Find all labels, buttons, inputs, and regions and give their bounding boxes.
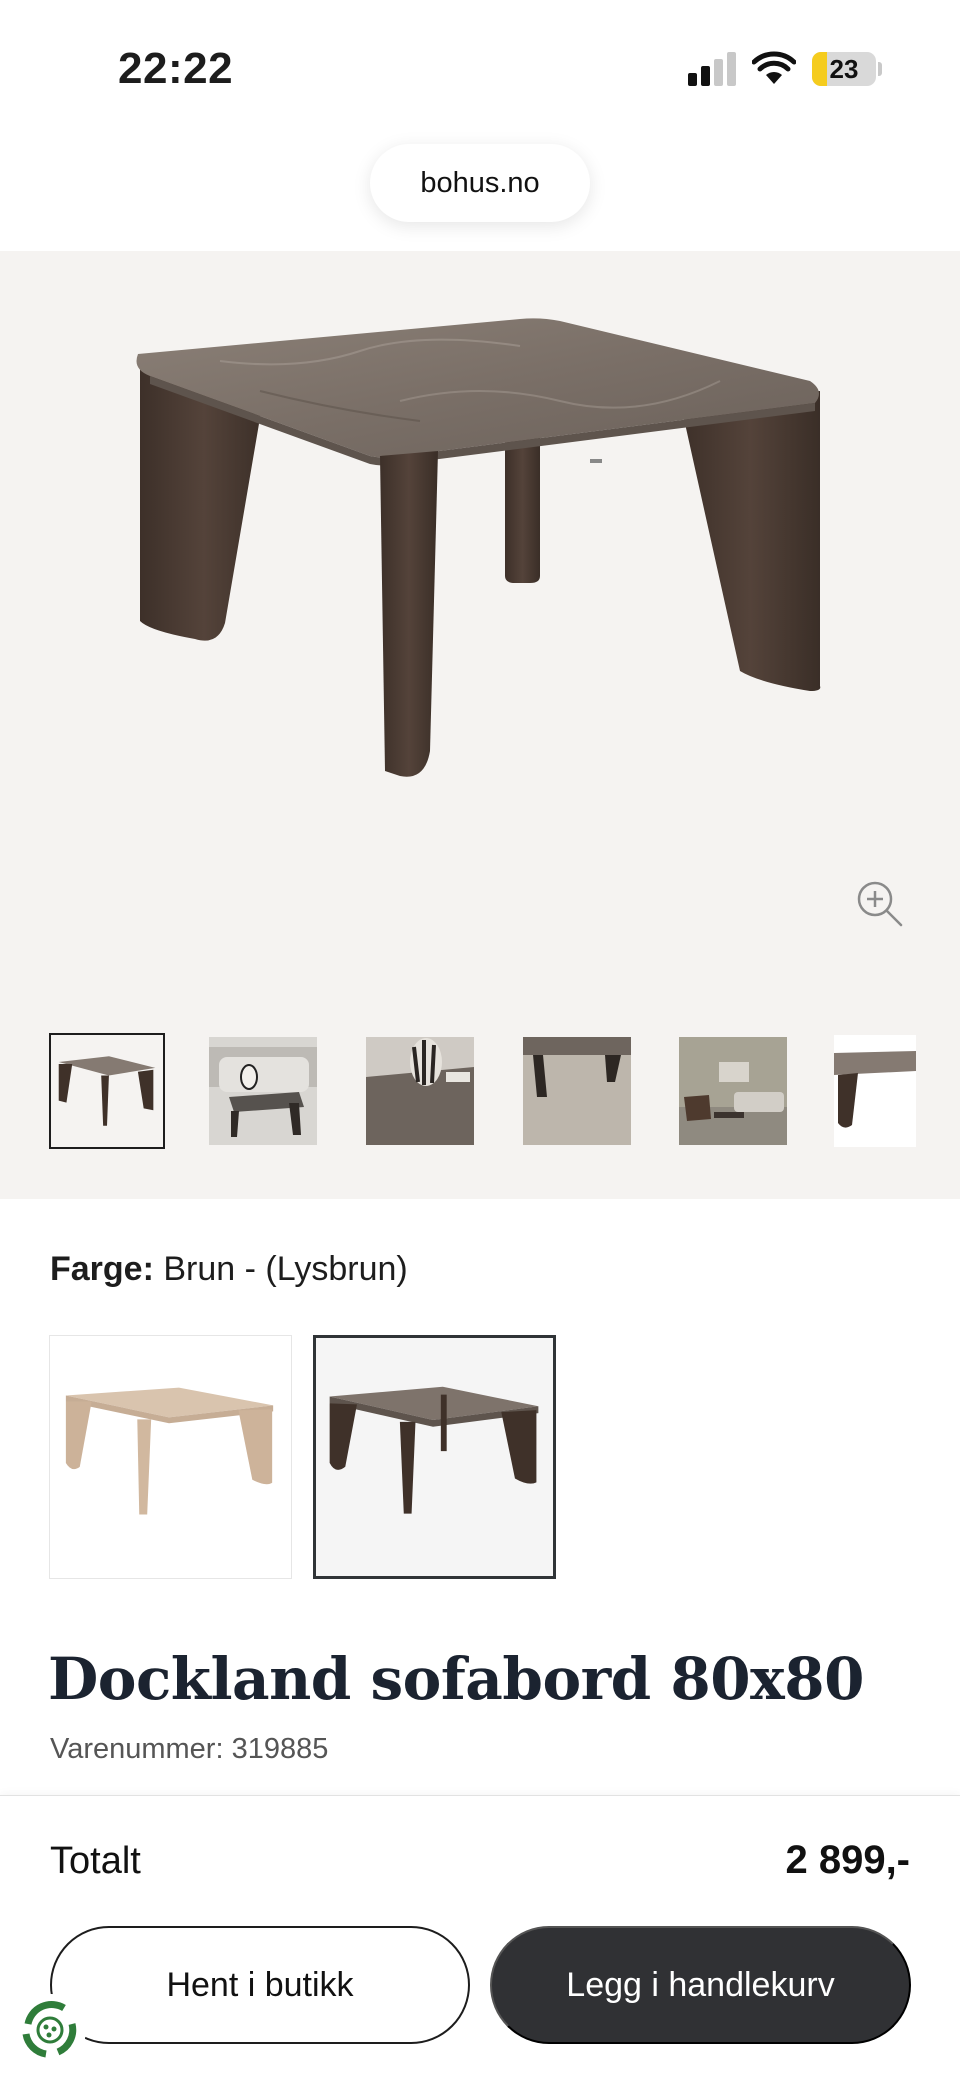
battery-icon: 23 bbox=[812, 52, 876, 86]
thumbnail-1[interactable] bbox=[49, 1033, 165, 1149]
color-swatch-dark-brown[interactable] bbox=[313, 1335, 556, 1579]
product-gallery bbox=[0, 251, 960, 1199]
product-title: Dockland sofabord 80x80 bbox=[48, 1645, 864, 1713]
product-main-image[interactable] bbox=[0, 251, 960, 1011]
battery-tip bbox=[878, 62, 882, 76]
eco-badge-icon[interactable] bbox=[14, 1994, 86, 2066]
thumbnail-3[interactable] bbox=[366, 1037, 474, 1145]
checkout-bar: Totalt 2 899,- Hent i butikk Legg i hand… bbox=[0, 1795, 960, 2081]
total-label: Totalt bbox=[50, 1840, 141, 1882]
address-bar[interactable]: bohus.no bbox=[370, 144, 590, 222]
status-bar: 22:22 23 bbox=[0, 0, 960, 140]
thumbnail-2[interactable] bbox=[209, 1037, 317, 1145]
pickup-in-store-button[interactable]: Hent i butikk bbox=[50, 1926, 470, 2044]
product-sku: Varenummer: 319885 bbox=[50, 1733, 329, 1765]
color-swatch-light-oak[interactable] bbox=[49, 1335, 292, 1579]
thumbnail-strip[interactable] bbox=[0, 1033, 960, 1153]
color-value: Brun - (Lysbrun) bbox=[163, 1250, 408, 1288]
wifi-icon bbox=[752, 51, 796, 84]
battery-level: 23 bbox=[829, 54, 859, 84]
clock: 22:22 bbox=[118, 44, 234, 93]
total-price: 2 899,- bbox=[785, 1838, 910, 1882]
cellular-signal-icon bbox=[688, 52, 738, 86]
add-to-cart-button[interactable]: Legg i handlekurv bbox=[490, 1926, 911, 2044]
color-label-row: Farge: Brun - (Lysbrun) bbox=[50, 1250, 408, 1289]
thumbnail-6[interactable] bbox=[834, 1035, 916, 1147]
thumbnail-5[interactable] bbox=[679, 1037, 787, 1145]
thumbnail-4[interactable] bbox=[523, 1037, 631, 1145]
zoom-icon[interactable] bbox=[855, 879, 905, 929]
color-label: Farge: bbox=[50, 1250, 154, 1288]
